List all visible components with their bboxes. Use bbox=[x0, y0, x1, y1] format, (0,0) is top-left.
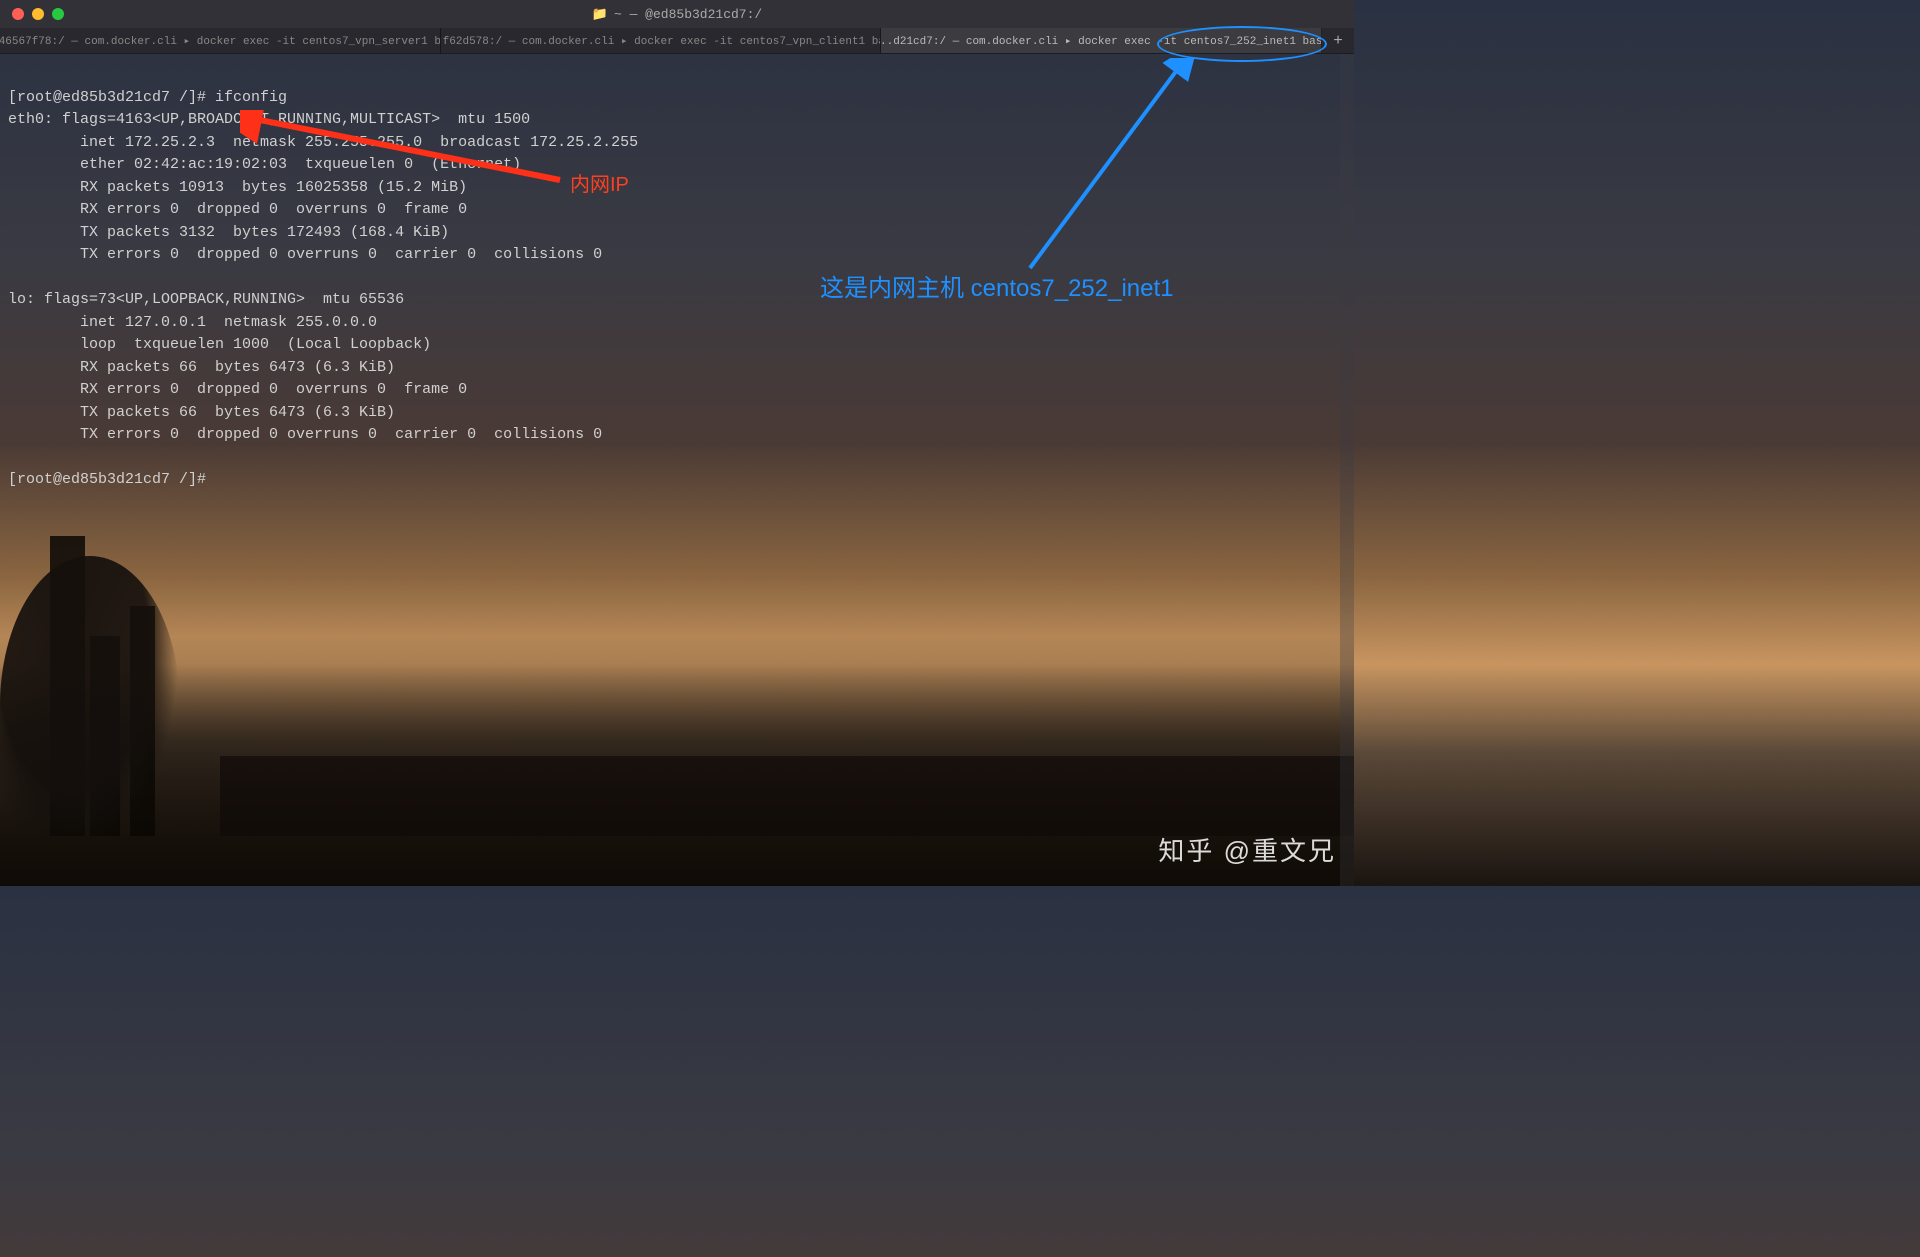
plus-icon: + bbox=[1333, 32, 1343, 50]
terminal-line: inet 127.0.0.1 netmask 255.0.0.0 bbox=[8, 314, 377, 331]
terminal-line: RX errors 0 dropped 0 overruns 0 frame 0 bbox=[8, 381, 467, 398]
tab-vpn-server1[interactable]: ...46567f78:/ — com.docker.cli ▸ docker … bbox=[0, 28, 441, 53]
terminal-line: TX errors 0 dropped 0 overruns 0 carrier… bbox=[8, 426, 602, 443]
terminal-line: inet 172.25.2.3 netmask 255.255.255.0 br… bbox=[8, 134, 638, 151]
watermark: 知乎 @重文兄 bbox=[1158, 831, 1336, 868]
terminal-line: RX errors 0 dropped 0 overruns 0 frame 0 bbox=[8, 201, 467, 218]
annotation-label-blue: 这是内网主机 centos7_252_inet1 bbox=[820, 268, 1174, 303]
terminal-line: loop txqueuelen 1000 (Local Loopback) bbox=[8, 336, 431, 353]
minimize-button[interactable] bbox=[32, 8, 44, 20]
terminal-line: eth0: flags=4163<UP,BROADCAST,RUNNING,MU… bbox=[8, 111, 530, 128]
tab-vpn-client1[interactable]: ...f62d578:/ — com.docker.cli ▸ docker e… bbox=[441, 28, 882, 53]
background-buildings bbox=[20, 636, 1354, 836]
window-title-text: ~ — @ed85b3d21cd7:/ bbox=[614, 7, 762, 22]
terminal-line: lo: flags=73<UP,LOOPBACK,RUNNING> mtu 65… bbox=[8, 291, 404, 308]
scrollbar[interactable] bbox=[1340, 54, 1354, 886]
terminal-line: TX packets 3132 bytes 172493 (168.4 KiB) bbox=[8, 224, 449, 241]
tab-bar: ...46567f78:/ — com.docker.cli ▸ docker … bbox=[0, 28, 1354, 54]
new-tab-button[interactable]: + bbox=[1322, 28, 1354, 53]
tab-252-inet1[interactable]: ...d21cd7:/ — com.docker.cli ▸ docker ex… bbox=[881, 28, 1322, 53]
terminal-line: [root@ed85b3d21cd7 /]# bbox=[8, 471, 206, 488]
tab-label: ...d21cd7:/ — com.docker.cli ▸ docker ex… bbox=[881, 34, 1322, 48]
terminal-line: RX packets 10913 bytes 16025358 (15.2 Mi… bbox=[8, 179, 467, 196]
folder-icon: 📁 bbox=[592, 7, 608, 22]
terminal-line: ether 02:42:ac:19:02:03 txqueuelen 0 (Et… bbox=[8, 156, 521, 173]
terminal-line: RX packets 66 bytes 6473 (6.3 KiB) bbox=[8, 359, 395, 376]
window-title: 📁 ~ — @ed85b3d21cd7:/ bbox=[592, 7, 762, 22]
traffic-lights bbox=[0, 8, 64, 20]
tab-label: ...f62d578:/ — com.docker.cli ▸ docker e… bbox=[441, 34, 882, 48]
terminal-line: TX packets 66 bytes 6473 (6.3 KiB) bbox=[8, 404, 395, 421]
terminal-line: [root@ed85b3d21cd7 /]# ifconfig bbox=[8, 89, 287, 106]
maximize-button[interactable] bbox=[52, 8, 64, 20]
background-figure bbox=[0, 556, 180, 856]
close-button[interactable] bbox=[12, 8, 24, 20]
annotation-label-red: 内网IP bbox=[570, 168, 629, 197]
terminal-line: TX errors 0 dropped 0 overruns 0 carrier… bbox=[8, 246, 602, 263]
window-titlebar: 📁 ~ — @ed85b3d21cd7:/ bbox=[0, 0, 1354, 28]
tab-label: ...46567f78:/ — com.docker.cli ▸ docker … bbox=[0, 34, 441, 48]
